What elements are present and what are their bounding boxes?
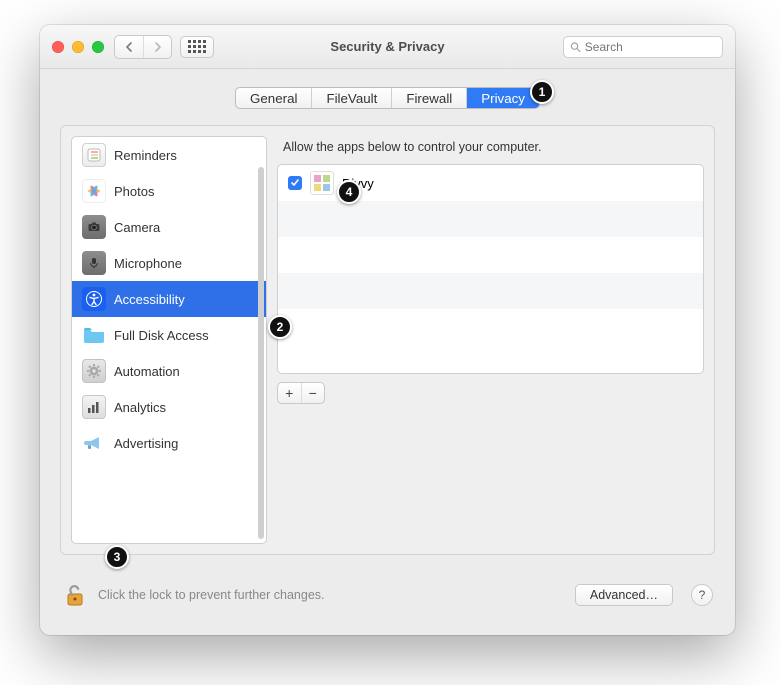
sidebar-item-label: Accessibility (114, 292, 185, 307)
app-row-empty (278, 237, 703, 273)
grid-icon (188, 40, 206, 53)
tab-bar: General FileVault Firewall Privacy (60, 87, 715, 109)
privacy-panel: Reminders Photos Camera (60, 125, 715, 555)
app-row-empty (278, 309, 703, 345)
megaphone-icon (82, 431, 106, 455)
sidebar-item-camera[interactable]: Camera (72, 209, 266, 245)
reminders-icon (82, 143, 106, 167)
sidebar-item-fulldisk[interactable]: Full Disk Access (72, 317, 266, 353)
photos-icon (82, 179, 106, 203)
sidebar-item-label: Microphone (114, 256, 182, 271)
chevron-left-icon (125, 42, 133, 52)
minimize-icon[interactable] (72, 41, 84, 53)
sidebar-item-label: Advertising (114, 436, 178, 451)
tab-firewall[interactable]: Firewall (391, 88, 466, 108)
add-remove-group: + − (277, 382, 325, 404)
footer: Click the lock to prevent further change… (62, 575, 713, 615)
sidebar-item-analytics[interactable]: Analytics (72, 389, 266, 425)
advanced-button[interactable]: Advanced… (575, 584, 673, 606)
search-input[interactable] (585, 40, 716, 54)
scrollbar[interactable] (258, 167, 264, 539)
window-controls (52, 41, 104, 53)
preferences-window: Security & Privacy General FileVault Fir… (40, 25, 735, 635)
sidebar-item-label: Automation (114, 364, 180, 379)
add-button[interactable]: + (278, 383, 301, 403)
category-sidebar: Reminders Photos Camera (71, 136, 267, 544)
pane-description: Allow the apps below to control your com… (277, 136, 704, 164)
sidebar-item-advertising[interactable]: Advertising (72, 425, 266, 461)
sidebar-item-photos[interactable]: Photos (72, 173, 266, 209)
sidebar-item-label: Full Disk Access (114, 328, 209, 343)
tab-filevault[interactable]: FileVault (311, 88, 391, 108)
sidebar-item-label: Analytics (114, 400, 166, 415)
sidebar-item-label: Reminders (114, 148, 177, 163)
maximize-icon[interactable] (92, 41, 104, 53)
sidebar-item-reminders[interactable]: Reminders (72, 137, 266, 173)
content-area: General FileVault Firewall Privacy Remin… (40, 69, 735, 565)
app-row-empty (278, 201, 703, 237)
nav-back-forward (114, 35, 172, 59)
annotation-badge: 1 (530, 80, 554, 104)
gear-icon (82, 359, 106, 383)
sidebar-item-label: Photos (114, 184, 154, 199)
titlebar: Security & Privacy (40, 25, 735, 69)
sidebar-item-microphone[interactable]: Microphone (72, 245, 266, 281)
chart-icon (82, 395, 106, 419)
tab-privacy[interactable]: Privacy (466, 88, 539, 108)
app-icon (310, 171, 334, 195)
tab-general[interactable]: General (236, 88, 311, 108)
remove-button[interactable]: − (301, 383, 325, 403)
lock-open-icon (64, 583, 86, 607)
folder-icon (82, 323, 106, 347)
search-field[interactable] (563, 36, 723, 58)
annotation-badge: 4 (337, 180, 361, 204)
annotation-badge: 3 (105, 545, 129, 569)
chevron-right-icon (154, 42, 162, 52)
sidebar-item-label: Camera (114, 220, 160, 235)
app-checkbox[interactable] (288, 176, 302, 190)
show-all-button[interactable] (180, 36, 214, 58)
microphone-icon (82, 251, 106, 275)
help-button[interactable]: ? (691, 584, 713, 606)
camera-icon (82, 215, 106, 239)
back-button[interactable] (115, 36, 143, 58)
sidebar-item-accessibility[interactable]: Accessibility (72, 281, 266, 317)
accessibility-icon (82, 287, 106, 311)
lock-button[interactable] (62, 582, 88, 608)
close-icon[interactable] (52, 41, 64, 53)
app-row-empty (278, 273, 703, 309)
sidebar-item-automation[interactable]: Automation (72, 353, 266, 389)
annotation-badge: 2 (268, 315, 292, 339)
lock-message: Click the lock to prevent further change… (98, 588, 325, 602)
search-icon (570, 41, 581, 53)
forward-button[interactable] (143, 36, 171, 58)
